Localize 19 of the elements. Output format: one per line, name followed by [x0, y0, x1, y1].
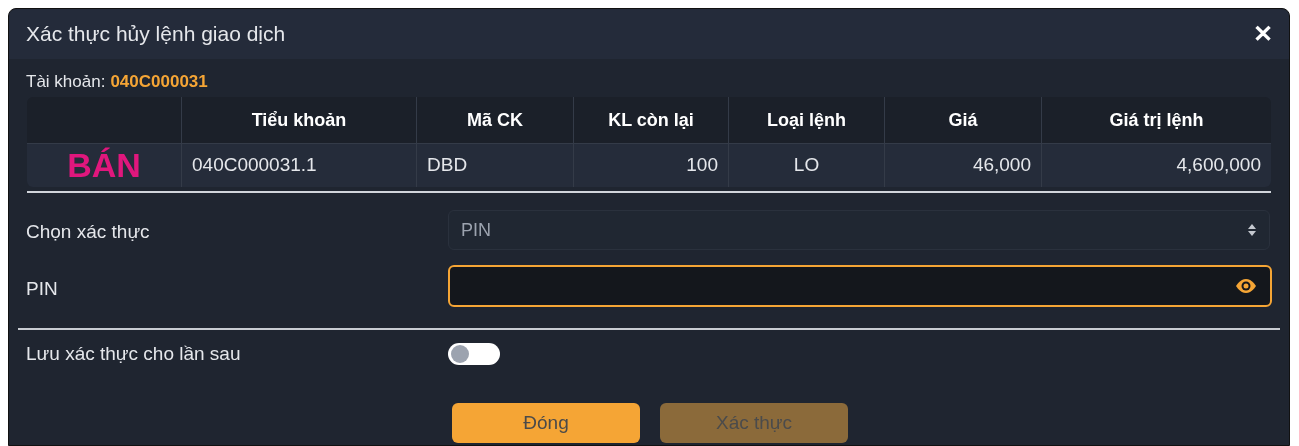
table-cell: 4,600,000: [1041, 144, 1271, 187]
field-label: Chọn xác thực: [26, 219, 151, 244]
order-side: BÁN: [66, 145, 142, 186]
eye-icon[interactable]: [1234, 278, 1258, 294]
table-cell: DBD: [416, 144, 573, 187]
dialog-title: Xác thực hủy lệnh giao dịch: [26, 21, 286, 48]
remember-toggle[interactable]: [448, 343, 500, 365]
pin-field[interactable]: [448, 265, 1272, 307]
account-label: Tài khoản:: [26, 71, 106, 94]
account-number: 040C000031: [110, 71, 208, 94]
auth-method-select[interactable]: PIN: [448, 210, 1270, 250]
table-cell: LO: [728, 144, 884, 187]
field-label: Lưu xác thực cho lần sau: [26, 341, 242, 366]
sort-icon: [1247, 223, 1257, 237]
table-cell: 46,000: [884, 144, 1041, 187]
table-cell: 040C000031.1: [181, 144, 416, 187]
table-cell: 100: [573, 144, 728, 187]
close-button[interactable]: Đóng: [452, 403, 640, 443]
field-label: PIN: [26, 276, 59, 301]
